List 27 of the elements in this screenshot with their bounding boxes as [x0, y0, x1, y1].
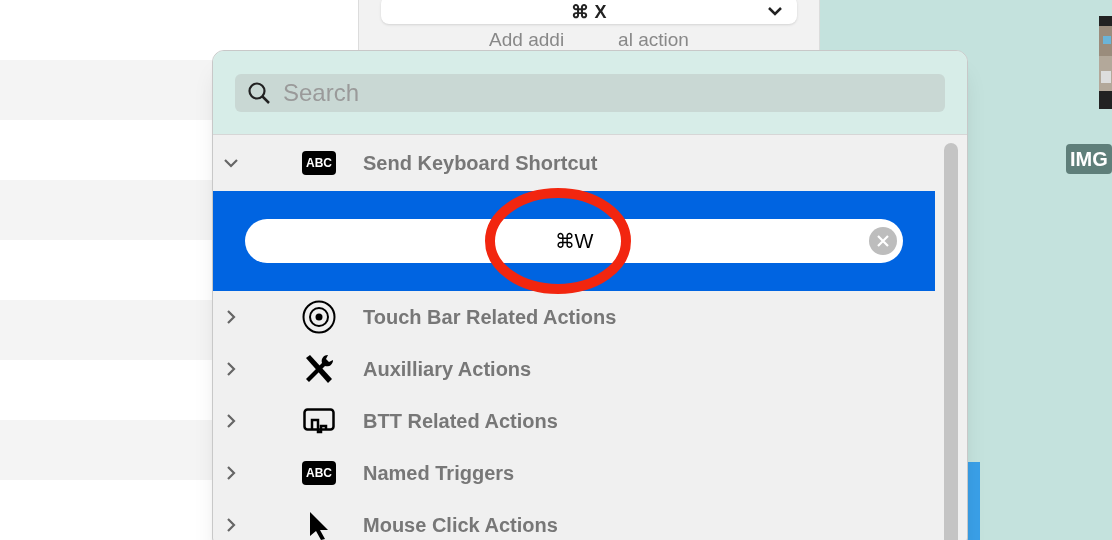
chevron-down-icon[interactable] [222, 157, 240, 169]
list-item[interactable]: Mouse Click Actions [213, 499, 935, 540]
shortcut-dropdown[interactable]: ⌘ X [381, 0, 797, 24]
list-item[interactable]: BTT Related Actions [213, 395, 935, 447]
scrollbar-thumb[interactable] [944, 143, 958, 540]
shortcut-value: ⌘W [554, 229, 594, 254]
list-item[interactable]: ABC Named Triggers [213, 447, 935, 499]
shortcut-field[interactable]: ⌘W [245, 219, 903, 263]
chevron-right-icon[interactable] [225, 464, 237, 482]
list-item[interactable]: ABC Send Keyboard Shortcut [213, 135, 935, 191]
chevron-right-icon[interactable] [225, 516, 237, 534]
selected-row[interactable]: ⌘W [213, 191, 935, 291]
list-item[interactable]: Auxilliary Actions [213, 343, 935, 395]
target-icon [302, 300, 336, 334]
pointer-icon [307, 510, 331, 540]
text-badge-icon: ABC [302, 461, 336, 485]
add-action-label: Add addi [489, 28, 565, 52]
list-item[interactable]: Touch Bar Related Actions [213, 291, 935, 343]
add-action-label: al action [618, 28, 689, 52]
chevron-right-icon[interactable] [225, 308, 237, 326]
text-badge-icon: ABC [302, 151, 336, 175]
trackpad-icon [303, 408, 335, 434]
search-icon [247, 80, 271, 105]
chevron-down-icon [767, 6, 783, 16]
chevron-right-icon[interactable] [225, 412, 237, 430]
file-label: IMG [1066, 144, 1112, 174]
chevron-right-icon[interactable] [225, 360, 237, 378]
